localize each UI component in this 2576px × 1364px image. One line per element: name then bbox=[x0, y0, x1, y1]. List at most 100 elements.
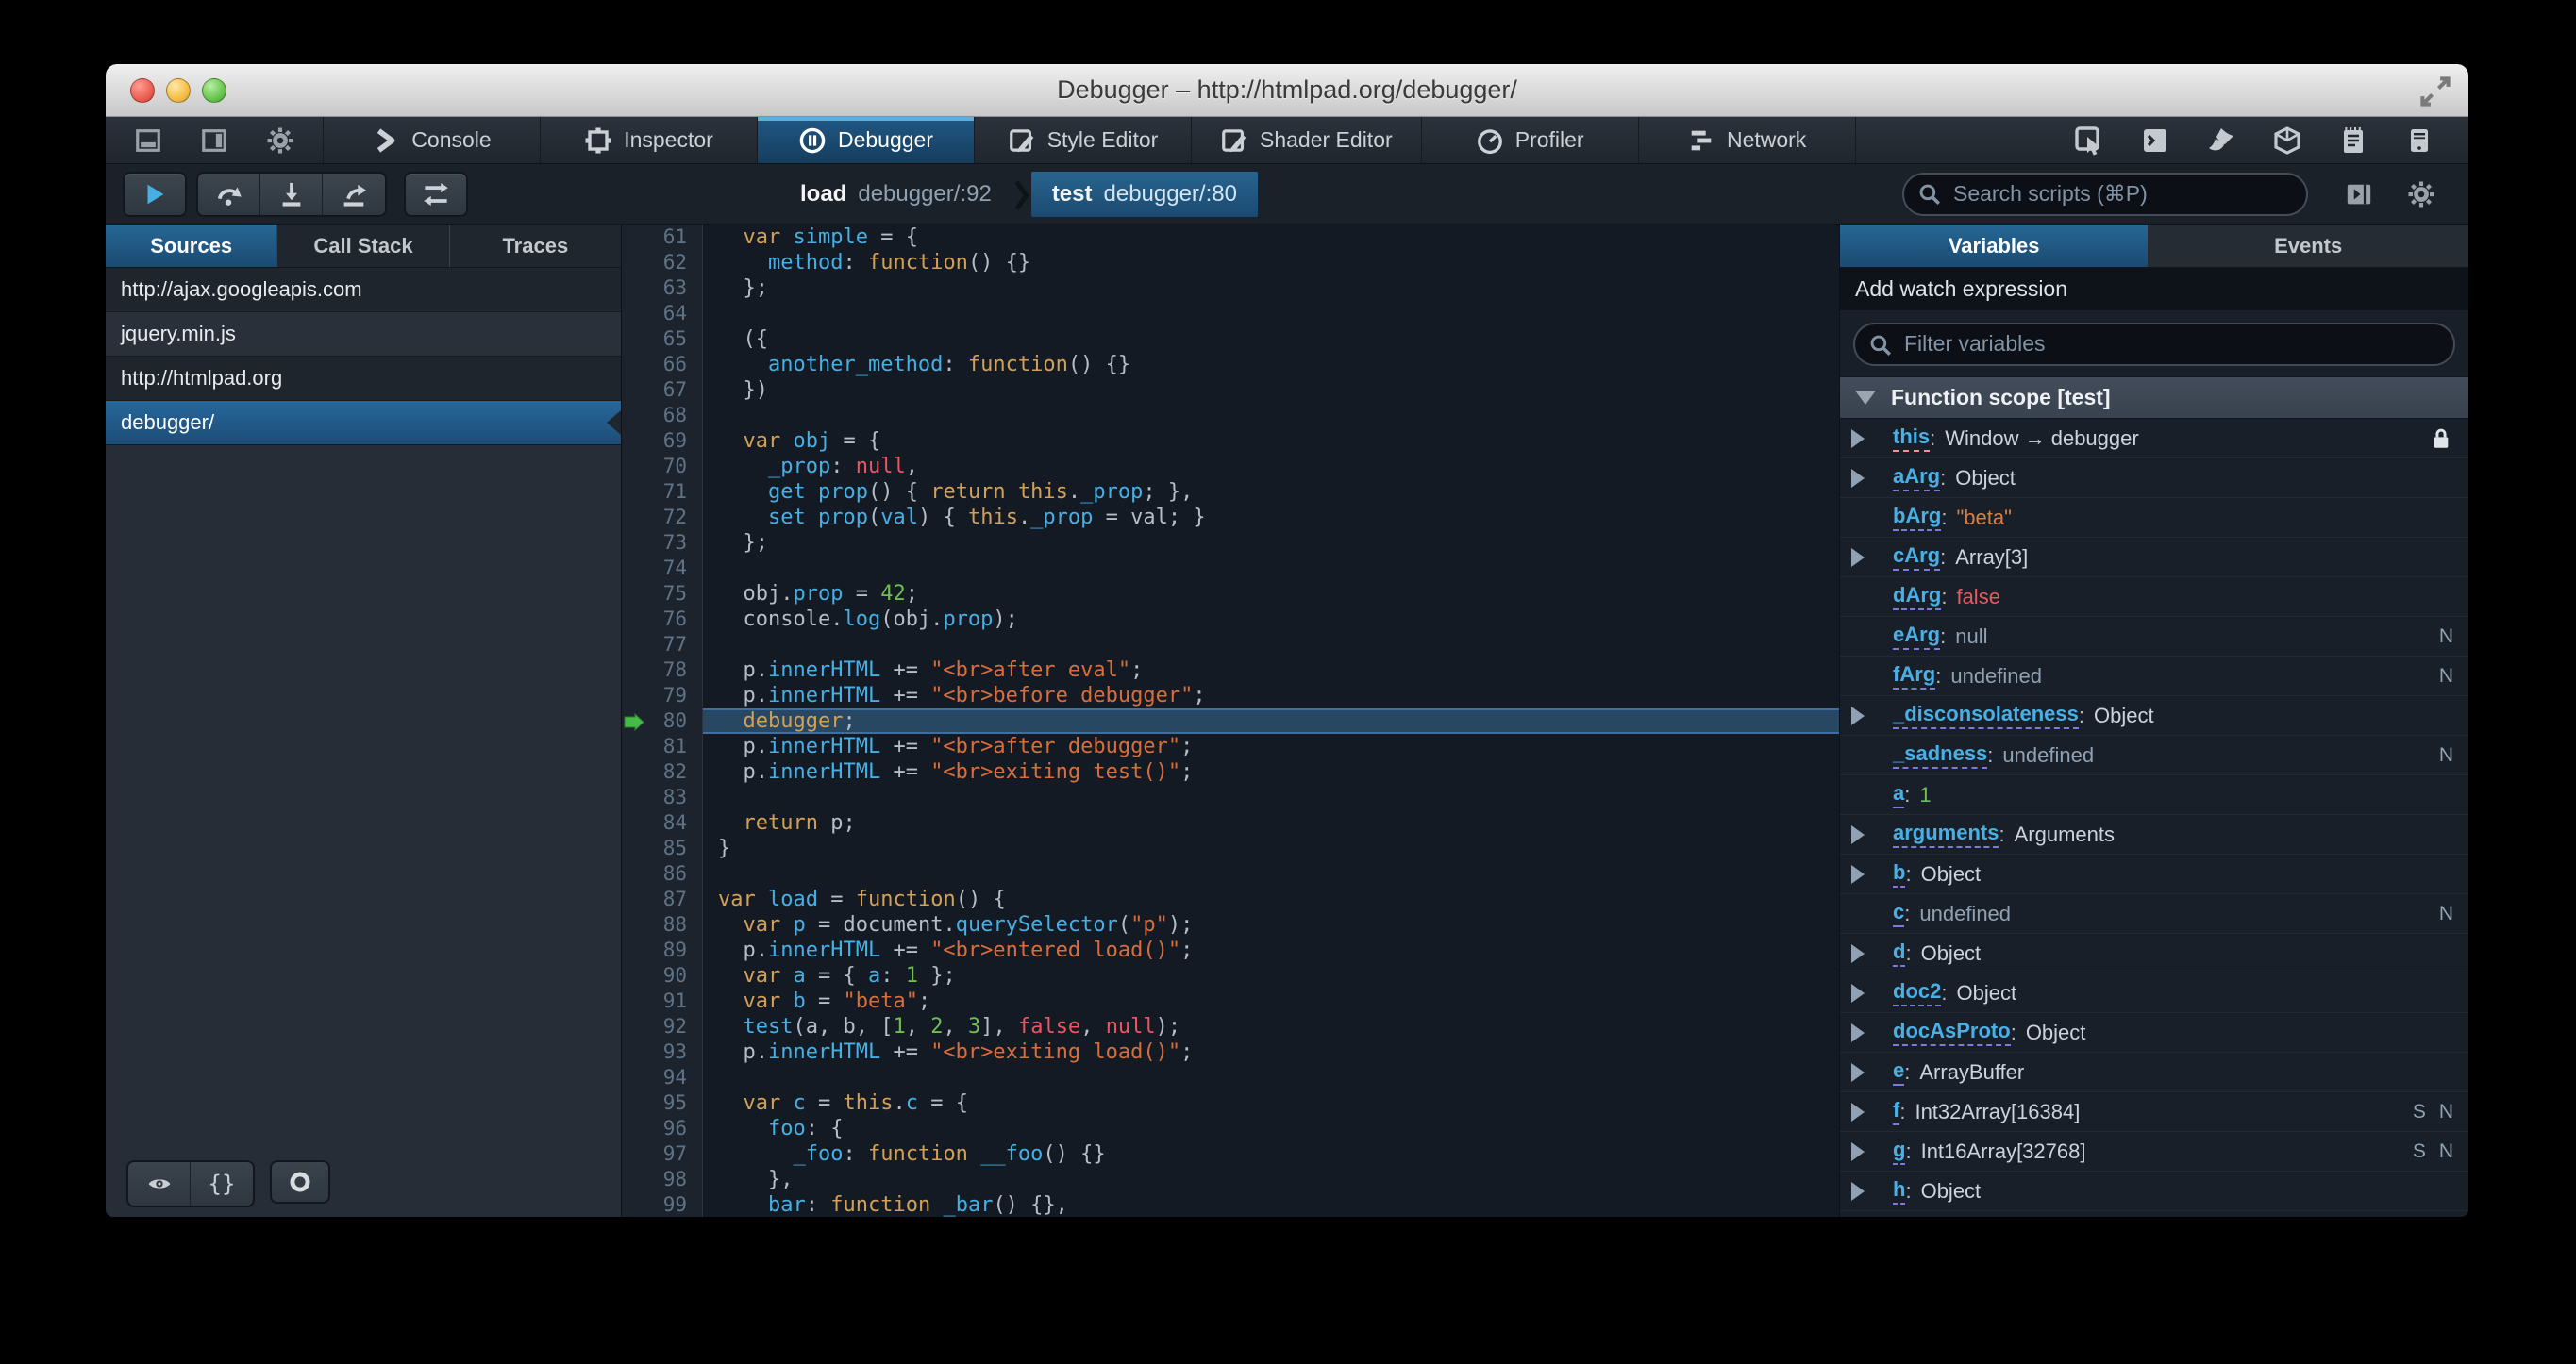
breadcrumb-frame-load[interactable]: load debugger/:92 bbox=[779, 172, 1012, 217]
dock-bottom-icon[interactable] bbox=[119, 120, 177, 161]
line-number[interactable]: 85 bbox=[622, 836, 703, 861]
code-line-98[interactable]: 98 }, bbox=[622, 1167, 1839, 1192]
source-item[interactable]: jquery.min.js bbox=[106, 312, 621, 357]
gear-icon[interactable] bbox=[2397, 174, 2446, 215]
tab-profiler[interactable]: Profiler bbox=[1422, 117, 1639, 163]
expand-triangle-icon[interactable] bbox=[1851, 1181, 1893, 1201]
code-line-73[interactable]: 73 }; bbox=[622, 530, 1839, 556]
scope-header[interactable]: Function scope [test] bbox=[1840, 377, 2468, 419]
line-number[interactable]: 96 bbox=[622, 1116, 703, 1141]
sources-tab-sources[interactable]: Sources bbox=[106, 225, 278, 267]
variable-row-g[interactable]: g: Int16Array[32768] S N bbox=[1840, 1132, 2468, 1172]
search-scripts-input[interactable]: Search scripts (⌘P) bbox=[1902, 172, 2308, 216]
code-line-92[interactable]: 92 test(a, b, [1, 2, 3], false, null); bbox=[622, 1014, 1839, 1040]
code-line-69[interactable]: 69 var obj = { bbox=[622, 428, 1839, 454]
line-number[interactable]: 72 bbox=[622, 505, 703, 530]
code-line-80[interactable]: 80 debugger; bbox=[622, 708, 1839, 734]
prettyprint-braces-icon[interactable]: {} bbox=[191, 1162, 253, 1206]
tab-console[interactable]: Console bbox=[324, 117, 541, 163]
line-number[interactable]: 76 bbox=[622, 607, 703, 632]
line-number[interactable]: 82 bbox=[622, 759, 703, 785]
tab-inspector[interactable]: Inspector bbox=[541, 117, 758, 163]
tab-network[interactable]: Network bbox=[1639, 117, 1856, 163]
expand-triangle-icon[interactable] bbox=[1851, 864, 1893, 884]
code-line-99[interactable]: 99 bar: function _bar() {}, bbox=[622, 1192, 1839, 1217]
line-number[interactable]: 84 bbox=[622, 810, 703, 836]
code-line-77[interactable]: 77 bbox=[622, 632, 1839, 657]
line-number[interactable]: 97 bbox=[622, 1141, 703, 1167]
dock-side-icon[interactable] bbox=[185, 120, 243, 161]
line-number[interactable]: 81 bbox=[622, 734, 703, 759]
code-line-70[interactable]: 70 _prop: null, bbox=[622, 454, 1839, 479]
line-number[interactable]: 93 bbox=[622, 1040, 703, 1065]
code-line-96[interactable]: 96 foo: { bbox=[622, 1116, 1839, 1141]
line-number[interactable]: 77 bbox=[622, 632, 703, 657]
variable-row-eArg[interactable]: eArg: null N bbox=[1840, 617, 2468, 657]
variable-row-_sadness[interactable]: _sadness: undefined N bbox=[1840, 736, 2468, 775]
pick-element-icon[interactable] bbox=[2059, 120, 2119, 161]
tab-shader-editor[interactable]: Shader Editor bbox=[1192, 117, 1422, 163]
expand-triangle-icon[interactable] bbox=[1851, 428, 1893, 448]
line-number[interactable]: 90 bbox=[622, 963, 703, 989]
code-line-65[interactable]: 65 ({ bbox=[622, 326, 1839, 352]
breadcrumb-frame-test[interactable]: test debugger/:80 bbox=[1030, 171, 1258, 217]
variable-row-dArg[interactable]: dArg: false bbox=[1840, 577, 2468, 617]
line-number[interactable]: 69 bbox=[622, 428, 703, 454]
variable-row-docAsProto[interactable]: docAsProto: Object bbox=[1840, 1013, 2468, 1053]
step-over-button[interactable] bbox=[198, 173, 260, 215]
line-number[interactable]: 68 bbox=[622, 403, 703, 428]
code-line-79[interactable]: 79 p.innerHTML += "<br>before debugger"; bbox=[622, 683, 1839, 708]
line-number[interactable]: 87 bbox=[622, 887, 703, 912]
line-number[interactable]: 89 bbox=[622, 938, 703, 963]
variables-tab-variables[interactable]: Variables bbox=[1840, 225, 2149, 267]
filter-variables-input[interactable]: Filter variables bbox=[1853, 322, 2455, 366]
expand-triangle-icon[interactable] bbox=[1851, 943, 1893, 963]
variable-row-a[interactable]: a:1 bbox=[1840, 775, 2468, 815]
line-number[interactable]: 86 bbox=[622, 861, 703, 887]
code-line-68[interactable]: 68 bbox=[622, 403, 1839, 428]
zoom-button[interactable] bbox=[202, 77, 226, 103]
line-number[interactable]: 95 bbox=[622, 1090, 703, 1116]
code-line-62[interactable]: 62 method: function() {} bbox=[622, 250, 1839, 275]
line-number[interactable]: 83 bbox=[622, 785, 703, 810]
code-line-74[interactable]: 74 bbox=[622, 556, 1839, 581]
code-editor[interactable]: 61 var simple = {62 method: function() {… bbox=[622, 225, 1839, 1217]
line-number[interactable]: 74 bbox=[622, 556, 703, 581]
source-item[interactable]: debugger/ bbox=[106, 401, 621, 445]
code-line-85[interactable]: 85} bbox=[622, 836, 1839, 861]
variable-row-e[interactable]: e: ArrayBuffer bbox=[1840, 1053, 2468, 1092]
variable-row-aArg[interactable]: aArg: Object bbox=[1840, 458, 2468, 498]
line-number[interactable]: 63 bbox=[622, 275, 703, 301]
step-in-button[interactable] bbox=[260, 173, 323, 215]
variable-row-_disconsolateness[interactable]: _disconsolateness: Object bbox=[1840, 696, 2468, 736]
line-number[interactable]: 88 bbox=[622, 912, 703, 938]
variable-row-bArg[interactable]: bArg: "beta" bbox=[1840, 498, 2468, 538]
code-line-63[interactable]: 63 }; bbox=[622, 275, 1839, 301]
code-line-93[interactable]: 93 p.innerHTML += "<br>exiting load()"; bbox=[622, 1040, 1839, 1065]
expand-triangle-icon[interactable] bbox=[1851, 983, 1893, 1003]
line-number[interactable]: 62 bbox=[622, 250, 703, 275]
code-line-67[interactable]: 67 }) bbox=[622, 377, 1839, 403]
line-number[interactable]: 94 bbox=[622, 1065, 703, 1090]
expand-triangle-icon[interactable] bbox=[1851, 1062, 1893, 1082]
line-number[interactable]: 65 bbox=[622, 326, 703, 352]
code-line-78[interactable]: 78 p.innerHTML += "<br>after eval"; bbox=[622, 657, 1839, 683]
expand-triangle-icon[interactable] bbox=[1851, 706, 1893, 725]
line-number[interactable]: 66 bbox=[622, 352, 703, 377]
code-line-89[interactable]: 89 p.innerHTML += "<br>entered load()"; bbox=[622, 938, 1839, 963]
expand-triangle-icon[interactable] bbox=[1851, 547, 1893, 567]
variable-row-doc2[interactable]: doc2: Object bbox=[1840, 973, 2468, 1013]
code-line-66[interactable]: 66 another_method: function() {} bbox=[622, 352, 1839, 377]
line-number[interactable]: 71 bbox=[622, 479, 703, 505]
code-line-83[interactable]: 83 bbox=[622, 785, 1839, 810]
tab-style-editor[interactable]: Style Editor bbox=[975, 117, 1192, 163]
scratchpad-icon[interactable] bbox=[2323, 120, 2384, 161]
code-line-97[interactable]: 97 _foo: function __foo() {} bbox=[622, 1141, 1839, 1167]
expand-triangle-icon[interactable] bbox=[1851, 1102, 1893, 1122]
sources-tab-traces[interactable]: Traces bbox=[450, 225, 621, 267]
responsive-mode-icon[interactable] bbox=[2389, 120, 2450, 161]
line-number[interactable]: 67 bbox=[622, 377, 703, 403]
variable-row-cArg[interactable]: cArg: Array[3] bbox=[1840, 538, 2468, 577]
gear-icon[interactable] bbox=[251, 120, 309, 161]
resume-button[interactable] bbox=[123, 171, 187, 217]
